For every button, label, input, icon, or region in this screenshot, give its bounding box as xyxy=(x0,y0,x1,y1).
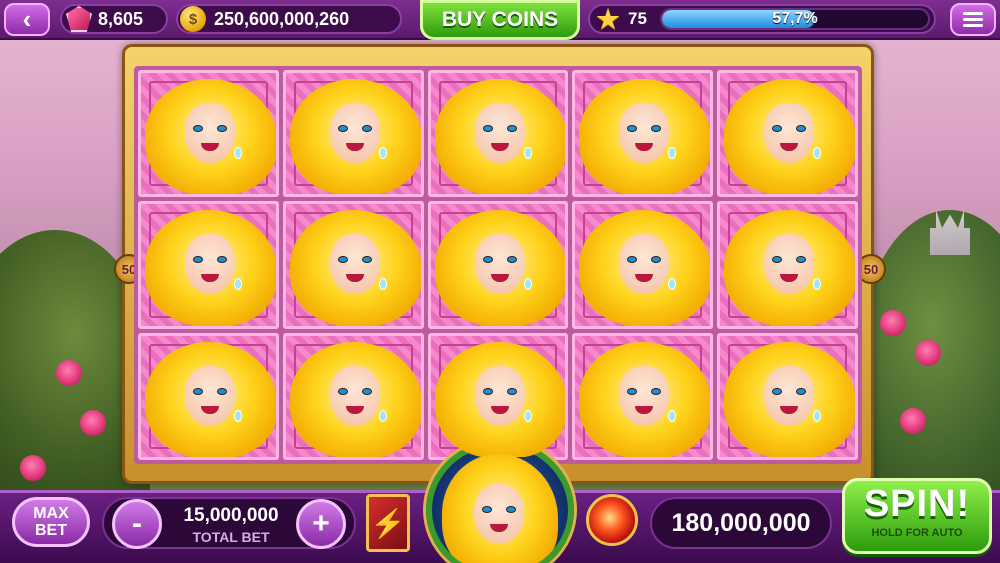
rose-decoration xyxy=(20,455,46,481)
castle-scenery xyxy=(930,210,970,255)
total-bet-value: 15,000,000 xyxy=(183,505,279,526)
reel-cell xyxy=(282,70,424,198)
princess-face xyxy=(764,365,815,426)
bonus-orb-icon[interactable] xyxy=(586,494,638,546)
menu-button[interactable] xyxy=(950,3,996,36)
chevron-left-icon: ‹ xyxy=(22,4,32,34)
princess-face xyxy=(185,234,235,295)
princess-face xyxy=(764,103,815,163)
coin-icon: $ xyxy=(180,6,206,32)
reel-cell xyxy=(138,332,279,460)
earring-gem xyxy=(523,278,532,291)
level-progress[interactable]: ★ 75 57,7% xyxy=(588,4,936,34)
lightning-book-icon[interactable]: ⚡ xyxy=(366,494,410,552)
reel-cell xyxy=(427,70,569,198)
rose-decoration xyxy=(80,410,106,436)
spin-label: SPIN! xyxy=(863,483,971,525)
buy-coins-button[interactable]: BUY COINS xyxy=(420,0,580,40)
earring-gem xyxy=(378,147,387,159)
gem-icon xyxy=(66,6,92,32)
coins-balance[interactable]: $ 250,600,000,260 xyxy=(176,4,402,34)
xp-progress-bar: 57,7% xyxy=(660,8,930,30)
reel-cell xyxy=(572,201,714,329)
total-bet-label: TOTAL BET xyxy=(192,529,270,545)
decrease-bet-button[interactable]: - xyxy=(112,499,162,549)
level-value: 75 xyxy=(628,9,647,28)
princess-face xyxy=(185,365,235,426)
reel-cell xyxy=(282,332,424,460)
hamburger-menu-icon xyxy=(963,12,983,15)
princess-face xyxy=(329,365,380,426)
rose-decoration xyxy=(56,360,82,386)
reel-cell xyxy=(572,332,714,460)
princess-face xyxy=(474,484,524,544)
princess-face xyxy=(185,103,235,163)
earring-gem xyxy=(523,147,532,159)
rose-decoration xyxy=(915,340,941,366)
coins-value: 250,600,000,260 xyxy=(214,8,350,29)
reel-cell xyxy=(282,201,424,329)
reel-cell xyxy=(427,332,569,460)
reel-cell xyxy=(572,70,714,198)
reel-cell xyxy=(427,201,569,329)
rose-decoration xyxy=(880,310,906,336)
earring-gem xyxy=(523,409,532,422)
win-amount: 180,000,000 xyxy=(650,497,832,549)
earring-gem xyxy=(813,409,822,422)
princess-face xyxy=(329,234,380,295)
star-icon: ★ xyxy=(596,4,620,34)
reel-cell xyxy=(138,201,279,329)
reel-cell xyxy=(717,201,858,329)
princess-face xyxy=(474,103,525,163)
gems-balance[interactable]: 8,605 xyxy=(60,4,168,34)
earring-gem xyxy=(234,147,242,159)
gems-value: 8,605 xyxy=(98,8,144,29)
spin-button[interactable]: SPIN! HOLD FOR AUTO xyxy=(842,478,992,554)
reels-grid[interactable] xyxy=(134,66,862,464)
reel-cell xyxy=(717,332,858,460)
back-button[interactable]: ‹ xyxy=(4,3,50,36)
max-bet-label: MAX BET xyxy=(33,505,69,539)
earring-gem xyxy=(378,278,387,291)
max-bet-button[interactable]: MAX BET xyxy=(12,497,90,547)
earring-gem xyxy=(378,409,387,422)
spin-hold-label: HOLD FOR AUTO xyxy=(871,527,963,539)
earring-gem xyxy=(234,409,242,422)
reel-cell xyxy=(717,70,858,198)
princess-face xyxy=(329,103,380,163)
princess-face xyxy=(619,365,670,426)
princess-face xyxy=(474,234,525,295)
rose-decoration xyxy=(900,408,926,434)
reel-cell xyxy=(138,70,279,198)
princess-face xyxy=(474,365,525,426)
increase-bet-button[interactable]: + xyxy=(296,499,346,549)
bet-panel: - 15,000,000 TOTAL BET + xyxy=(102,497,356,549)
xp-percent: 57,7% xyxy=(772,10,818,27)
